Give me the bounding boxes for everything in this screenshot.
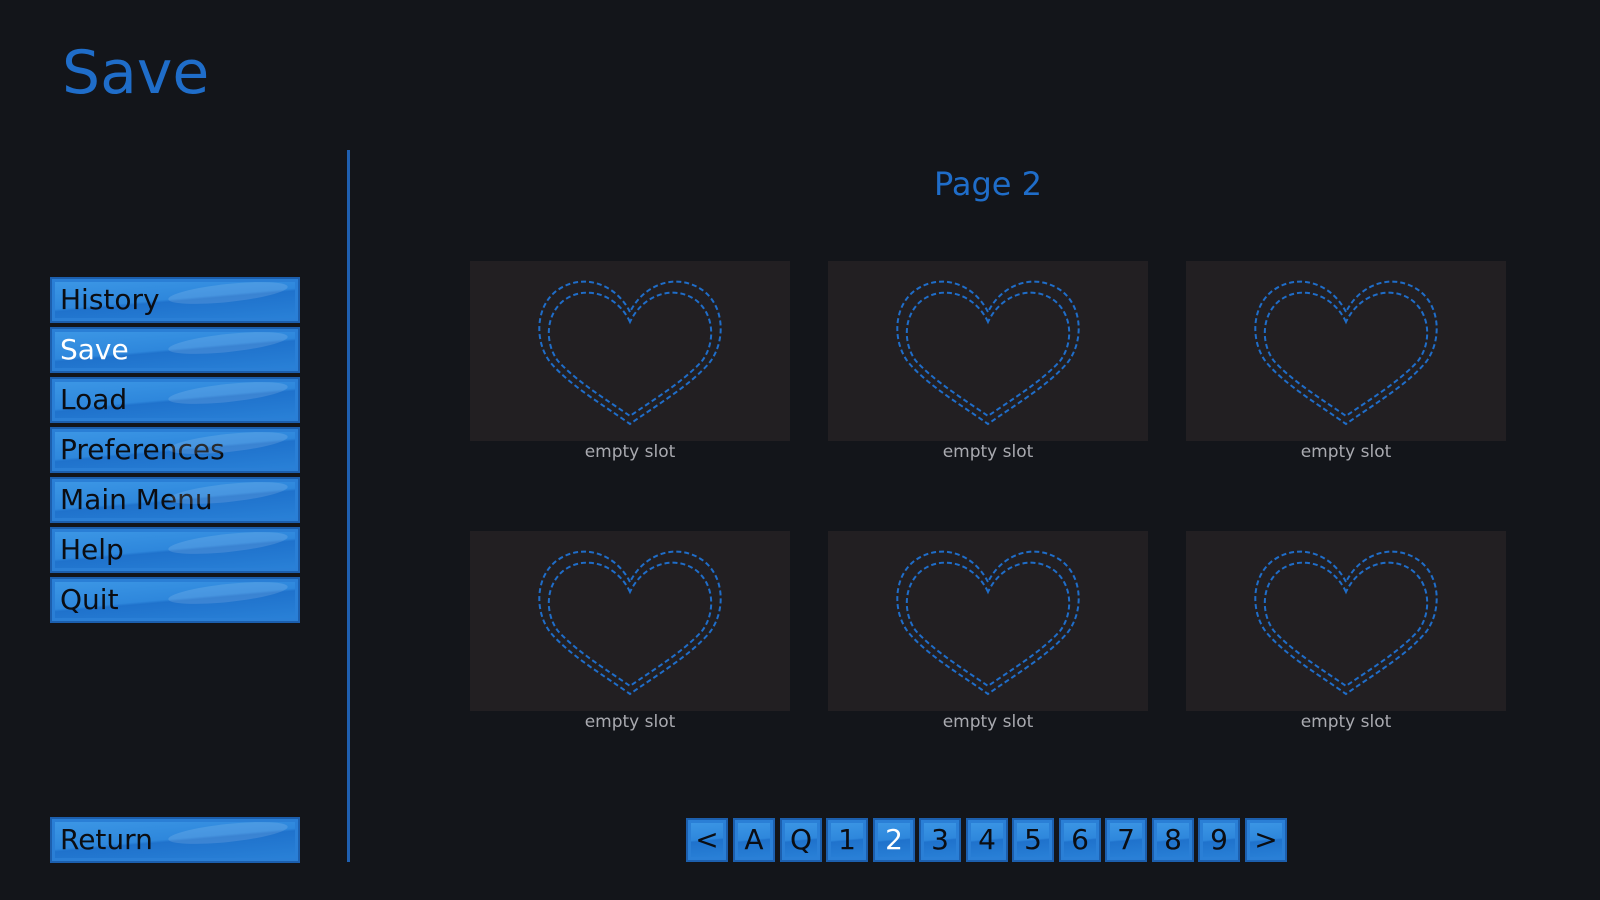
pager-prev-button[interactable]: < xyxy=(686,818,728,862)
vertical-divider xyxy=(347,150,350,862)
nav-main-menu-button[interactable]: Main Menu xyxy=(50,477,300,523)
slot-thumbnail xyxy=(470,531,790,711)
pager-page-8-button[interactable]: 8 xyxy=(1152,818,1194,862)
heart-outline-icon xyxy=(538,280,722,425)
slot-thumbnail xyxy=(828,261,1148,441)
heart-outline-icon xyxy=(896,280,1080,425)
nav-quit-button[interactable]: Quit xyxy=(50,577,300,623)
slot-label: empty slot xyxy=(942,442,1034,462)
pager-page-5-button[interactable]: 5 xyxy=(1012,818,1054,862)
heart-outline-icon xyxy=(538,550,722,695)
slot-thumbnail xyxy=(1186,261,1506,441)
pager-quick-button[interactable]: Q xyxy=(780,818,822,862)
pager-page-9-button[interactable]: 9 xyxy=(1198,818,1240,862)
nav-save-button[interactable]: Save xyxy=(50,327,300,373)
heart-outline-icon xyxy=(1254,550,1438,695)
save-slot[interactable]: empty slot xyxy=(828,531,1148,732)
nav-history-button[interactable]: History xyxy=(50,277,300,323)
pager-page-2-button[interactable]: 2 xyxy=(873,818,915,862)
pager-page-7-button[interactable]: 7 xyxy=(1105,818,1147,862)
slot-label: empty slot xyxy=(584,712,676,732)
page-heading: Page 2 xyxy=(934,165,1042,203)
save-screen: Save History Save Load Preferences Main … xyxy=(0,0,1600,900)
return-button[interactable]: Return xyxy=(50,817,300,863)
pager-page-6-button[interactable]: 6 xyxy=(1059,818,1101,862)
slot-label: empty slot xyxy=(584,442,676,462)
save-slot[interactable]: empty slot xyxy=(470,531,790,732)
save-slot[interactable]: empty slot xyxy=(1186,531,1506,732)
pager-page-4-button[interactable]: 4 xyxy=(966,818,1008,862)
pager-next-button[interactable]: > xyxy=(1245,818,1287,862)
slot-thumbnail xyxy=(470,261,790,441)
slot-thumbnail xyxy=(1186,531,1506,711)
slot-label: empty slot xyxy=(1300,712,1392,732)
heart-outline-icon xyxy=(1254,280,1438,425)
nav-preferences-button[interactable]: Preferences xyxy=(50,427,300,473)
slot-label: empty slot xyxy=(942,712,1034,732)
screen-title: Save xyxy=(62,38,210,108)
save-slot[interactable]: empty slot xyxy=(828,261,1148,462)
slot-label: empty slot xyxy=(1300,442,1392,462)
nav-load-button[interactable]: Load xyxy=(50,377,300,423)
save-slot[interactable]: empty slot xyxy=(1186,261,1506,462)
pager-auto-button[interactable]: A xyxy=(733,818,775,862)
pager-page-1-button[interactable]: 1 xyxy=(826,818,868,862)
save-slot[interactable]: empty slot xyxy=(470,261,790,462)
pager-page-3-button[interactable]: 3 xyxy=(919,818,961,862)
heart-outline-icon xyxy=(896,550,1080,695)
slot-thumbnail xyxy=(828,531,1148,711)
nav-help-button[interactable]: Help xyxy=(50,527,300,573)
